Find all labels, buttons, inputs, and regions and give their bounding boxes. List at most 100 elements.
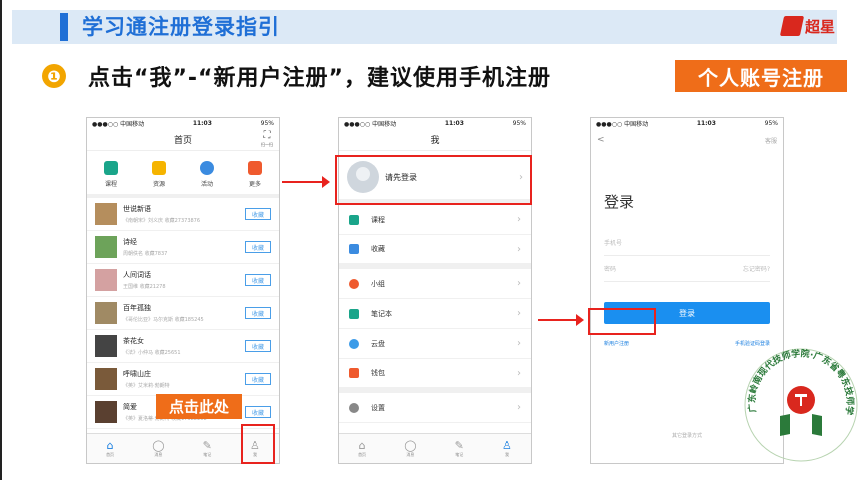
list-item[interactable]: 人间词话 王国维 收藏21278 收藏 bbox=[87, 264, 279, 297]
tab-messages[interactable]: ◯ 消息 bbox=[152, 439, 164, 458]
menu-favorites[interactable]: 收藏 › bbox=[339, 235, 531, 269]
gear-icon bbox=[349, 402, 359, 413]
note-icon: ✎ bbox=[454, 439, 464, 452]
book-cover bbox=[95, 269, 117, 291]
section-tag: 个人账号注册 bbox=[675, 60, 847, 92]
carrier-label: ●●●○○ 中国移动 bbox=[92, 121, 145, 128]
page-title: 我 bbox=[430, 136, 440, 146]
help-link[interactable]: 客服 bbox=[765, 136, 777, 145]
arrow-1 bbox=[282, 176, 330, 188]
list-item[interactable]: 百年孤独 《哥伦比亚》马尔克斯 收藏185245 收藏 bbox=[87, 297, 279, 330]
register-link[interactable]: 新用户注册 bbox=[604, 340, 629, 347]
status-bar: ●●●○○ 中国移动 11:03 95% bbox=[596, 120, 778, 128]
list-item[interactable]: 世说新语 《南朝宋》刘义庆 收藏27373876 收藏 bbox=[87, 198, 279, 231]
quick-more[interactable]: 更多 bbox=[248, 161, 262, 188]
menu-wallet[interactable]: 钱包 › bbox=[339, 359, 531, 393]
favorite-button[interactable]: 收藏 bbox=[245, 274, 271, 286]
clock-label: 11:03 bbox=[192, 120, 212, 127]
chat-icon: ◯ bbox=[152, 439, 165, 452]
favorites-icon bbox=[349, 244, 359, 254]
highlight-register bbox=[588, 308, 656, 335]
menu-list: 课程 › 收藏 › 小组 › 笔记本 › 云盘 › 钱包 › 设置 › bbox=[339, 205, 531, 423]
school-seal: 广东岭南现代技师学院·广东省粤东技师学院 bbox=[740, 342, 858, 462]
logo-text: 超星 bbox=[805, 17, 836, 36]
book-cover bbox=[95, 236, 117, 258]
chevron-right-icon: › bbox=[517, 243, 521, 255]
home-icon: ⌂ bbox=[106, 439, 114, 452]
favorite-button[interactable]: 收藏 bbox=[245, 406, 271, 418]
grid-icon bbox=[248, 161, 262, 175]
phone-field[interactable]: 手机号 bbox=[604, 230, 770, 256]
click-here-callout: 点击此处 bbox=[156, 394, 242, 419]
menu-settings[interactable]: 设置 › bbox=[339, 393, 531, 423]
quick-activity[interactable]: 活动 bbox=[200, 161, 214, 188]
tab-notes[interactable]: ✎ 笔记 bbox=[203, 439, 212, 458]
list-item[interactable]: 诗经 周朝佚名 收藏7837 收藏 bbox=[87, 231, 279, 264]
tab-messages[interactable]: ◯ 消息 bbox=[404, 439, 416, 458]
step-text: 点击“我”-“新用户注册”，建议使用手机注册 bbox=[88, 66, 551, 91]
chaoxing-logo: 超星 bbox=[779, 10, 842, 42]
book-cover bbox=[95, 203, 117, 225]
status-bar: ●●●○○ 中国移动 11:03 95% bbox=[344, 120, 526, 128]
nav-bar: 首页 ⛶ 扫一扫 bbox=[87, 129, 279, 151]
quick-actions: 课程 资源 活动 更多 bbox=[87, 151, 279, 198]
folder-icon bbox=[152, 161, 166, 175]
menu-cloud[interactable]: 云盘 › bbox=[339, 329, 531, 359]
logo-mark-icon bbox=[779, 16, 805, 36]
tab-home[interactable]: ⌂ 首页 bbox=[106, 439, 114, 458]
people-icon bbox=[200, 161, 214, 175]
cloud-icon bbox=[349, 338, 359, 349]
tab-home[interactable]: ⌂ 首页 bbox=[358, 439, 366, 458]
scan-label: 扫一扫 bbox=[261, 142, 273, 147]
chevron-right-icon: › bbox=[517, 367, 521, 379]
user-icon: ♙ bbox=[502, 439, 512, 452]
status-bar: ●●●○○ 中国移动 11:03 95% bbox=[87, 118, 279, 129]
arrow-2 bbox=[538, 314, 584, 326]
wallet-icon bbox=[349, 368, 359, 378]
book-cover bbox=[95, 302, 117, 324]
quick-resource[interactable]: 资源 bbox=[152, 161, 166, 188]
chevron-right-icon: › bbox=[517, 338, 521, 349]
favorite-button[interactable]: 收藏 bbox=[245, 208, 271, 220]
page-title: 首页 bbox=[173, 136, 192, 146]
book-cover bbox=[95, 335, 117, 357]
favorite-button[interactable]: 收藏 bbox=[245, 373, 271, 385]
chevron-right-icon: › bbox=[517, 308, 521, 319]
menu-notebook[interactable]: 笔记本 › bbox=[339, 299, 531, 329]
title-bar: 学习通注册登录指引 bbox=[12, 10, 837, 44]
home-icon: ⌂ bbox=[358, 439, 366, 452]
tab-me[interactable]: ♙ 我 bbox=[502, 439, 512, 458]
chevron-right-icon: › bbox=[517, 214, 521, 225]
course-icon bbox=[104, 161, 118, 175]
step-number-badge: ❶ bbox=[42, 64, 66, 88]
menu-group[interactable]: 小组 › bbox=[339, 269, 531, 299]
password-field[interactable]: 密码 忘记密码? bbox=[604, 256, 770, 282]
favorite-button[interactable]: 收藏 bbox=[245, 307, 271, 319]
tab-notes[interactable]: ✎ 笔记 bbox=[455, 439, 464, 458]
menu-course[interactable]: 课程 › bbox=[339, 205, 531, 235]
list-item[interactable]: 呼啸山庄 《英》艾米莉·勃朗特 收藏 bbox=[87, 363, 279, 396]
nav-bar: 我 bbox=[339, 129, 531, 151]
step-instruction: ❶ 点击“我”-“新用户注册”，建议使用手机注册 bbox=[42, 60, 551, 92]
scan-button[interactable]: ⛶ 扫一扫 bbox=[261, 131, 273, 149]
favorite-button[interactable]: 收藏 bbox=[245, 241, 271, 253]
notebook-icon bbox=[349, 308, 359, 319]
chevron-right-icon: › bbox=[517, 402, 521, 413]
nav-bar: < 客服 bbox=[591, 129, 783, 151]
back-button[interactable]: < bbox=[597, 135, 605, 145]
highlight-me-tab bbox=[241, 424, 275, 464]
slide-title: 学习通注册登录指引 bbox=[82, 15, 280, 39]
favorite-button[interactable]: 收藏 bbox=[245, 340, 271, 352]
book-cover bbox=[95, 401, 117, 423]
group-icon bbox=[349, 278, 359, 289]
title-accent-bar bbox=[60, 13, 68, 41]
book-cover bbox=[95, 368, 117, 390]
quick-course[interactable]: 课程 bbox=[104, 161, 118, 188]
slide: 学习通注册登录指引 超星 ❶ 点击“我”-“新用户注册”，建议使用手机注册 个人… bbox=[0, 0, 858, 480]
forgot-password-link[interactable]: 忘记密码? bbox=[743, 264, 770, 273]
chat-icon: ◯ bbox=[404, 439, 417, 452]
highlight-login-prompt bbox=[335, 155, 532, 205]
tab-bar: ⌂ 首页 ◯ 消息 ✎ 笔记 ♙ 我 bbox=[339, 433, 531, 463]
list-item[interactable]: 茶花女 《法》小仲马 收藏25651 收藏 bbox=[87, 330, 279, 363]
chevron-right-icon: › bbox=[517, 278, 521, 289]
